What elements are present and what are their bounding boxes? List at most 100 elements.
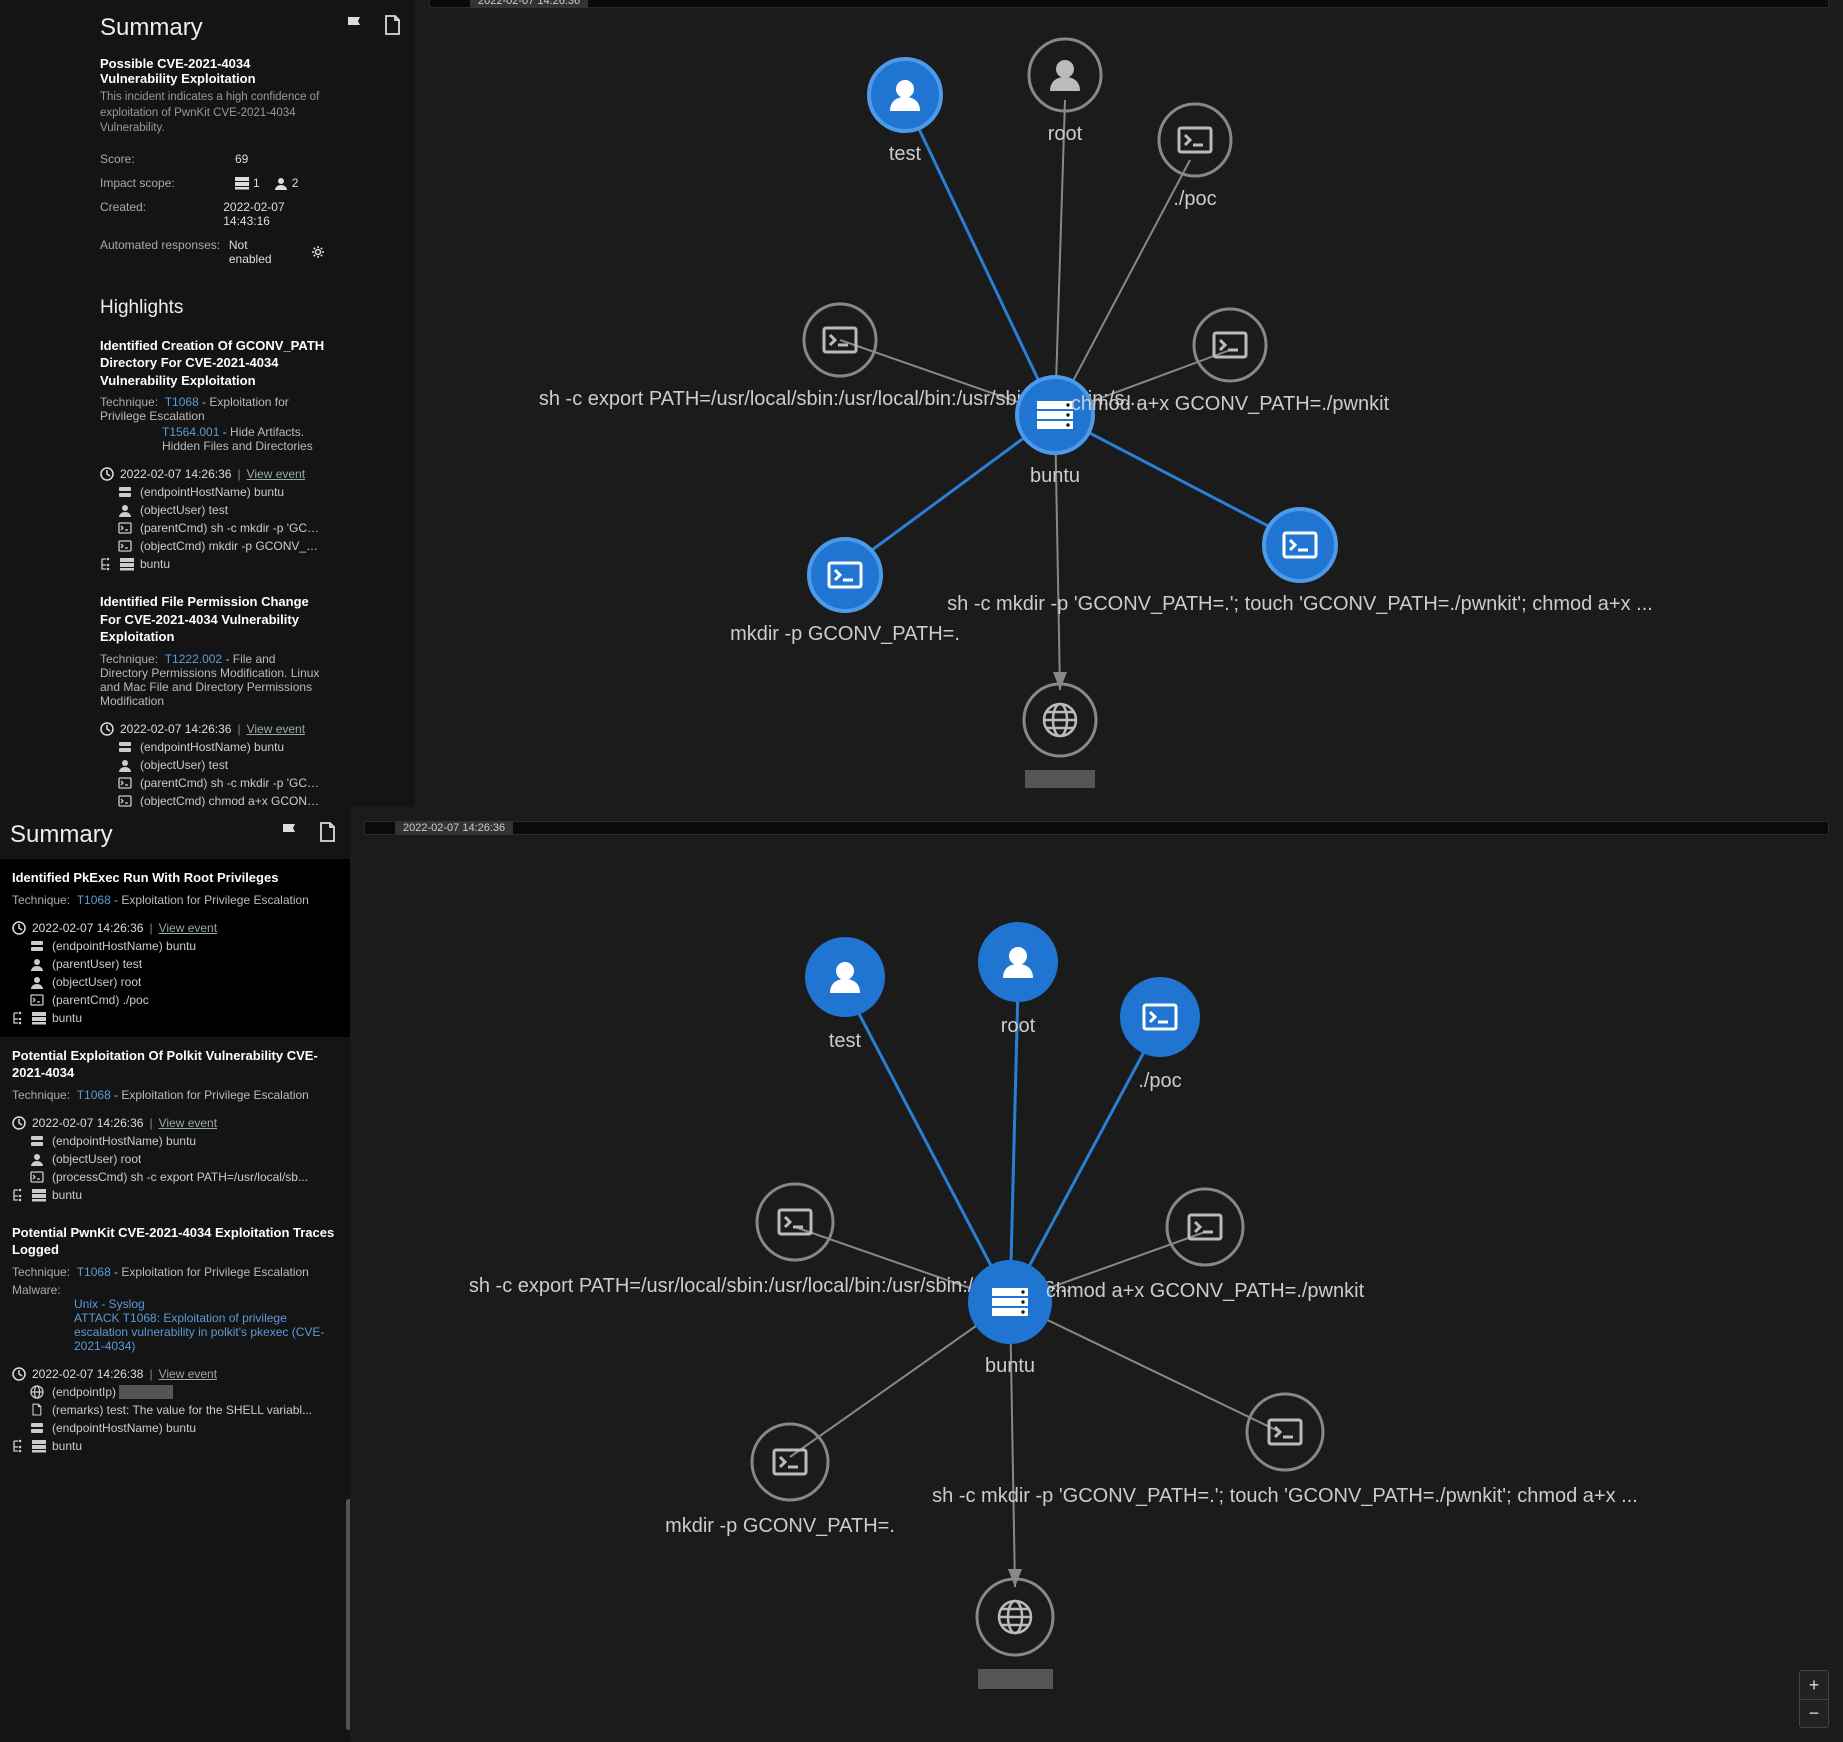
view-event-link[interactable]: View event xyxy=(247,467,305,481)
host-icon xyxy=(30,939,44,953)
technique-link[interactable]: T1068 xyxy=(77,1088,111,1102)
node-root[interactable]: root xyxy=(1029,39,1101,145)
host-icon xyxy=(118,485,132,499)
impact-label: Impact scope: xyxy=(100,176,235,190)
clock-icon xyxy=(100,722,114,736)
svg-text:buntu: buntu xyxy=(1030,465,1080,487)
user-icon xyxy=(118,758,132,772)
terminal-icon xyxy=(118,794,132,807)
created-value: 2022-02-07 14:43:16 xyxy=(223,200,325,228)
globe-icon xyxy=(30,1385,44,1399)
server-icon xyxy=(120,557,134,571)
zoom-in-button[interactable]: + xyxy=(1800,1671,1828,1699)
score-value: 69 xyxy=(235,152,248,166)
technique-link[interactable]: T1564.001 xyxy=(162,425,219,439)
svg-text:test: test xyxy=(829,1030,862,1052)
node-chmod[interactable]: chmod a+x GCONV_PATH=./pwnkit xyxy=(1046,1189,1365,1302)
highlight-title: Potential PwnKit CVE-2021-4034 Exploitat… xyxy=(12,1224,338,1259)
highlights-heading: Highlights xyxy=(0,281,415,327)
user-icon xyxy=(30,975,44,989)
user-icon xyxy=(118,503,132,517)
technique-link[interactable]: T1068 xyxy=(165,395,199,409)
auto-value: Not enabled xyxy=(229,238,289,266)
document-icon[interactable] xyxy=(316,821,338,846)
highlight-title: Identified Creation Of GCONV_PATH Direct… xyxy=(100,337,325,390)
document-icon[interactable] xyxy=(381,14,403,39)
technique-link[interactable]: T1222.002 xyxy=(165,652,222,666)
svg-text:test: test xyxy=(889,143,922,165)
svg-text:./poc: ./poc xyxy=(1138,1070,1181,1092)
zoom-controls: + − xyxy=(1799,1670,1829,1728)
terminal-icon xyxy=(30,1170,44,1184)
node-mkdir[interactable]: mkdir -p GCONV_PATH=. xyxy=(665,1424,895,1537)
view-event-link[interactable]: View event xyxy=(159,1367,217,1381)
node-shmk[interactable]: sh -c mkdir -p 'GCONV_PATH=.'; touch 'GC… xyxy=(947,509,1653,615)
svg-text:mkdir -p GCONV_PATH=.: mkdir -p GCONV_PATH=. xyxy=(665,1515,895,1537)
highlight-item[interactable]: Potential Exploitation Of Polkit Vulnera… xyxy=(0,1037,350,1214)
impact-users: 2 xyxy=(274,176,299,190)
node-globe[interactable] xyxy=(977,1579,1053,1689)
graph-bottom[interactable]: 2022-02-07 14:26:36 test root ./poc sh -… xyxy=(350,807,1843,1742)
incident-title: Possible CVE-2021-4034 Vulnerability Exp… xyxy=(100,56,325,86)
user-icon xyxy=(30,1152,44,1166)
clock-icon xyxy=(12,1367,26,1381)
svg-text:chmod a+x GCONV_PATH=./pwnkit: chmod a+x GCONV_PATH=./pwnkit xyxy=(1071,393,1390,415)
tree-icon xyxy=(12,1439,26,1453)
view-event-link[interactable]: View event xyxy=(247,722,305,736)
node-root[interactable]: root xyxy=(978,922,1058,1037)
svg-text:sh -c mkdir -p 'GCONV_PATH=.';: sh -c mkdir -p 'GCONV_PATH=.'; touch 'GC… xyxy=(947,593,1653,615)
malware-link[interactable]: ATTACK T1068: Exploitation of privilege … xyxy=(12,1311,338,1353)
svg-text:chmod a+x GCONV_PATH=./pwnkit: chmod a+x GCONV_PATH=./pwnkit xyxy=(1046,1280,1365,1302)
view-event-link[interactable]: View event xyxy=(159,1116,217,1130)
technique-link[interactable]: T1068 xyxy=(77,1265,111,1279)
score-label: Score: xyxy=(100,152,235,166)
graph-top[interactable]: 2022-02-07 14:26:36 test root ./poc sh -… xyxy=(415,0,1843,807)
terminal-icon xyxy=(118,521,132,535)
svg-text:root: root xyxy=(1001,1015,1036,1037)
view-event-link[interactable]: View event xyxy=(159,921,217,935)
document-icon xyxy=(30,1403,44,1417)
server-icon xyxy=(32,1439,46,1453)
node-mkdir[interactable]: mkdir -p GCONV_PATH=. xyxy=(730,539,960,645)
node-shmk[interactable]: sh -c mkdir -p 'GCONV_PATH=.'; touch 'GC… xyxy=(932,1394,1638,1507)
malware-link[interactable]: Unix - Syslog xyxy=(12,1297,338,1311)
svg-text:mkdir -p GCONV_PATH=.: mkdir -p GCONV_PATH=. xyxy=(730,623,960,645)
svg-text:./poc: ./poc xyxy=(1173,188,1216,210)
highlight-item[interactable]: Potential PwnKit CVE-2021-4034 Exploitat… xyxy=(0,1214,350,1465)
server-icon xyxy=(32,1188,46,1202)
highlight-title: Identified PkExec Run With Root Privileg… xyxy=(12,869,338,887)
zoom-out-button[interactable]: − xyxy=(1800,1699,1828,1727)
technique-link[interactable]: T1068 xyxy=(77,893,111,907)
host-icon xyxy=(30,1134,44,1148)
tree-icon xyxy=(12,1011,26,1025)
clock-icon xyxy=(100,467,114,481)
node-buntu[interactable]: buntu xyxy=(968,1260,1052,1377)
highlight-item[interactable]: Identified Creation Of GCONV_PATH Direct… xyxy=(0,327,415,584)
terminal-icon xyxy=(118,539,132,553)
highlight-title: Potential Exploitation Of Polkit Vulnera… xyxy=(12,1047,338,1082)
tree-icon xyxy=(100,557,114,571)
flag-icon[interactable] xyxy=(345,14,367,39)
node-poc[interactable]: ./poc xyxy=(1159,104,1231,210)
server-icon xyxy=(32,1011,46,1025)
gear-icon[interactable] xyxy=(303,244,325,259)
user-icon xyxy=(30,957,44,971)
highlight-item[interactable]: Identified PkExec Run With Root Privileg… xyxy=(0,859,350,1037)
clock-icon xyxy=(12,921,26,935)
node-chmod[interactable]: chmod a+x GCONV_PATH=./pwnkit xyxy=(1071,309,1390,415)
auto-label: Automated responses: xyxy=(100,238,229,266)
node-globe[interactable] xyxy=(1024,684,1096,788)
sidebar-top: Summary Possible CVE-2021-4034 Vulnerabi… xyxy=(0,0,415,807)
flag-icon[interactable] xyxy=(280,821,302,846)
terminal-icon xyxy=(118,776,132,790)
svg-text:buntu: buntu xyxy=(985,1355,1035,1377)
sidebar-bottom: Summary Identified PkExec Run With Root … xyxy=(0,807,350,1742)
impact-hosts: 1 xyxy=(235,176,260,190)
clock-icon xyxy=(12,1116,26,1130)
highlight-title: Identified File Permission Change For CV… xyxy=(100,593,325,646)
highlight-item[interactable]: Identified File Permission Change For CV… xyxy=(0,583,415,807)
incident-desc: This incident indicates a high confidenc… xyxy=(100,90,325,137)
host-icon xyxy=(30,1421,44,1435)
host-icon xyxy=(118,740,132,754)
node-test[interactable]: test xyxy=(805,937,885,1052)
